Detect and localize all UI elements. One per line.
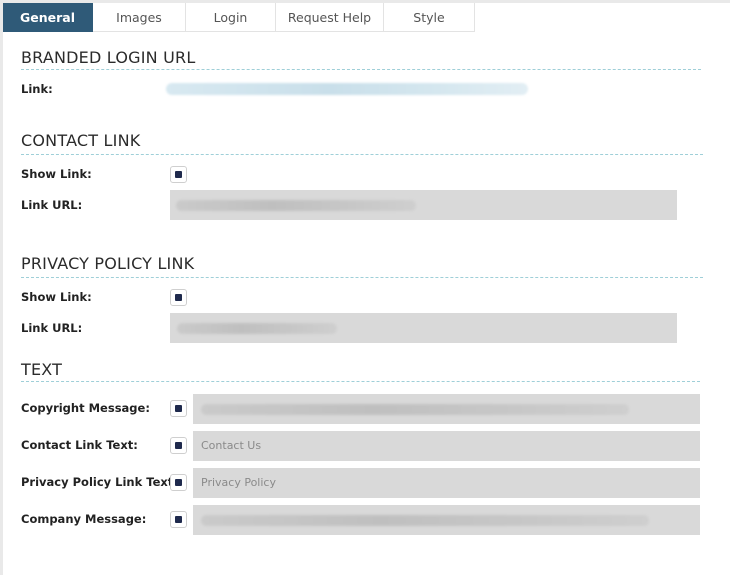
privacy-link-url-value [177, 323, 337, 334]
contact-link-divider [21, 154, 703, 155]
copyright-message-label: Copyright Message: [21, 401, 150, 415]
branded-link-label: Link: [21, 82, 53, 96]
tab-general[interactable]: General [3, 3, 93, 32]
privacy-show-link-label: Show Link: [21, 290, 92, 304]
privacy-policy-link-text-input[interactable]: Privacy Policy [193, 468, 700, 498]
privacy-policy-link-divider [21, 277, 703, 278]
text-heading: TEXT [21, 360, 63, 379]
contact-link-heading: CONTACT LINK [21, 131, 141, 150]
privacy-policy-link-text-checkbox[interactable] [170, 474, 187, 491]
contact-show-link-checkbox[interactable] [170, 166, 187, 183]
tab-login[interactable]: Login [186, 3, 276, 32]
contact-show-link-label: Show Link: [21, 167, 92, 181]
text-divider [21, 381, 700, 382]
tab-images[interactable]: Images [93, 3, 186, 32]
contact-link-url-input[interactable] [170, 190, 677, 220]
company-message-checkbox[interactable] [170, 511, 187, 528]
left-frame-border [0, 0, 3, 575]
privacy-policy-link-heading: PRIVACY POLICY LINK [21, 254, 195, 273]
branded-login-url-divider [21, 69, 701, 70]
contact-link-text-input[interactable]: Contact Us [193, 431, 700, 461]
contact-link-text-label: Contact Link Text: [21, 438, 138, 452]
contact-link-url-value [176, 200, 416, 211]
privacy-show-link-checkbox[interactable] [170, 289, 187, 306]
company-message-input[interactable] [193, 505, 700, 535]
company-message-label: Company Message: [21, 512, 147, 526]
copyright-message-value [201, 404, 629, 415]
company-message-value [201, 515, 649, 526]
contact-link-text-checkbox[interactable] [170, 437, 187, 454]
privacy-link-url-input[interactable] [170, 313, 677, 343]
branded-login-url-heading: BRANDED LOGIN URL [21, 48, 196, 67]
tab-bar: General Images Login Request Help Style [3, 3, 475, 32]
privacy-policy-link-text-label: Privacy Policy Link Text: [21, 475, 178, 489]
tab-style[interactable]: Style [384, 3, 475, 32]
copyright-message-input[interactable] [193, 394, 700, 424]
branded-link-value[interactable] [166, 83, 528, 95]
copyright-message-checkbox[interactable] [170, 400, 187, 417]
tab-request-help[interactable]: Request Help [276, 3, 384, 32]
contact-link-url-label: Link URL: [21, 198, 83, 212]
privacy-link-url-label: Link URL: [21, 321, 83, 335]
